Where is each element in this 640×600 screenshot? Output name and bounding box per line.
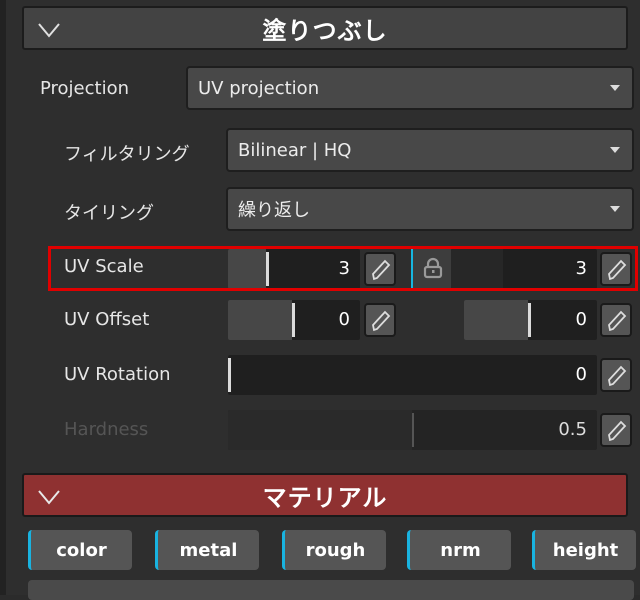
slider-handle[interactable] bbox=[228, 358, 231, 392]
uv-offset-label: UV Offset bbox=[64, 309, 150, 330]
slider-handle[interactable] bbox=[292, 303, 295, 337]
next-panel-row-cutoff bbox=[28, 580, 634, 600]
panel-frame: 塗りつぶし Projection UV projection フィルタリング B… bbox=[0, 0, 640, 600]
slider-handle[interactable] bbox=[412, 413, 414, 447]
pencil-icon bbox=[372, 310, 391, 332]
channel-tab-metal[interactable]: metal bbox=[155, 530, 259, 570]
filtering-label: フィルタリング bbox=[64, 144, 190, 165]
projection-dropdown[interactable]: UV projection bbox=[186, 66, 634, 110]
pencil-icon bbox=[608, 365, 627, 387]
hardness-value: 0.5 bbox=[558, 419, 587, 440]
slider-handle[interactable] bbox=[528, 303, 531, 337]
channel-tab-color[interactable]: color bbox=[28, 530, 132, 570]
uv-offset-y-edit-button[interactable] bbox=[600, 303, 632, 337]
caret-down-icon bbox=[610, 206, 620, 212]
hardness-edit-button[interactable] bbox=[600, 413, 632, 447]
material-section-header[interactable]: マテリアル bbox=[22, 473, 628, 517]
uv-offset-x-edit-button[interactable] bbox=[364, 303, 396, 337]
projection-value: UV projection bbox=[198, 77, 320, 99]
slider-fill bbox=[228, 410, 412, 450]
uv-rotation-value: 0 bbox=[575, 364, 587, 385]
fill-section-header[interactable]: 塗りつぶし bbox=[22, 6, 628, 50]
section-title: 塗りつぶし bbox=[262, 16, 388, 45]
uv-offset-y-value: 0 bbox=[575, 309, 587, 330]
uv-offset-x-value: 0 bbox=[338, 309, 350, 330]
caret-down-icon bbox=[610, 85, 620, 91]
tiling-dropdown[interactable]: 繰り返し bbox=[226, 187, 634, 231]
slider-fill bbox=[228, 300, 292, 340]
uv-rotation-label: UV Rotation bbox=[64, 364, 171, 385]
projection-label: Projection bbox=[40, 78, 130, 99]
filtering-value: Bilinear | HQ bbox=[238, 139, 352, 161]
filtering-dropdown[interactable]: Bilinear | HQ bbox=[226, 128, 634, 172]
chevron-down-icon[interactable] bbox=[36, 16, 62, 42]
channel-tab-rough[interactable]: rough bbox=[282, 530, 386, 570]
uv-scale-highlight-box bbox=[48, 246, 638, 291]
tiling-value: 繰り返し bbox=[238, 200, 310, 221]
uv-rotation-edit-button[interactable] bbox=[600, 358, 632, 392]
hardness-slider[interactable]: 0.5 bbox=[228, 410, 597, 450]
section-title: マテリアル bbox=[262, 483, 388, 512]
pencil-icon bbox=[608, 420, 627, 442]
channel-tab-height[interactable]: height bbox=[532, 530, 636, 570]
pencil-icon bbox=[608, 310, 627, 332]
channel-tab-nrm[interactable]: nrm bbox=[407, 530, 511, 570]
chevron-down-icon[interactable] bbox=[36, 483, 62, 509]
uv-offset-x-slider[interactable]: 0 bbox=[228, 300, 360, 340]
caret-down-icon bbox=[610, 147, 620, 153]
slider-fill bbox=[464, 300, 528, 340]
tiling-label: タイリング bbox=[64, 203, 154, 224]
uv-rotation-slider[interactable]: 0 bbox=[228, 355, 597, 395]
hardness-label: Hardness bbox=[64, 419, 149, 440]
uv-offset-y-slider[interactable]: 0 bbox=[464, 300, 597, 340]
